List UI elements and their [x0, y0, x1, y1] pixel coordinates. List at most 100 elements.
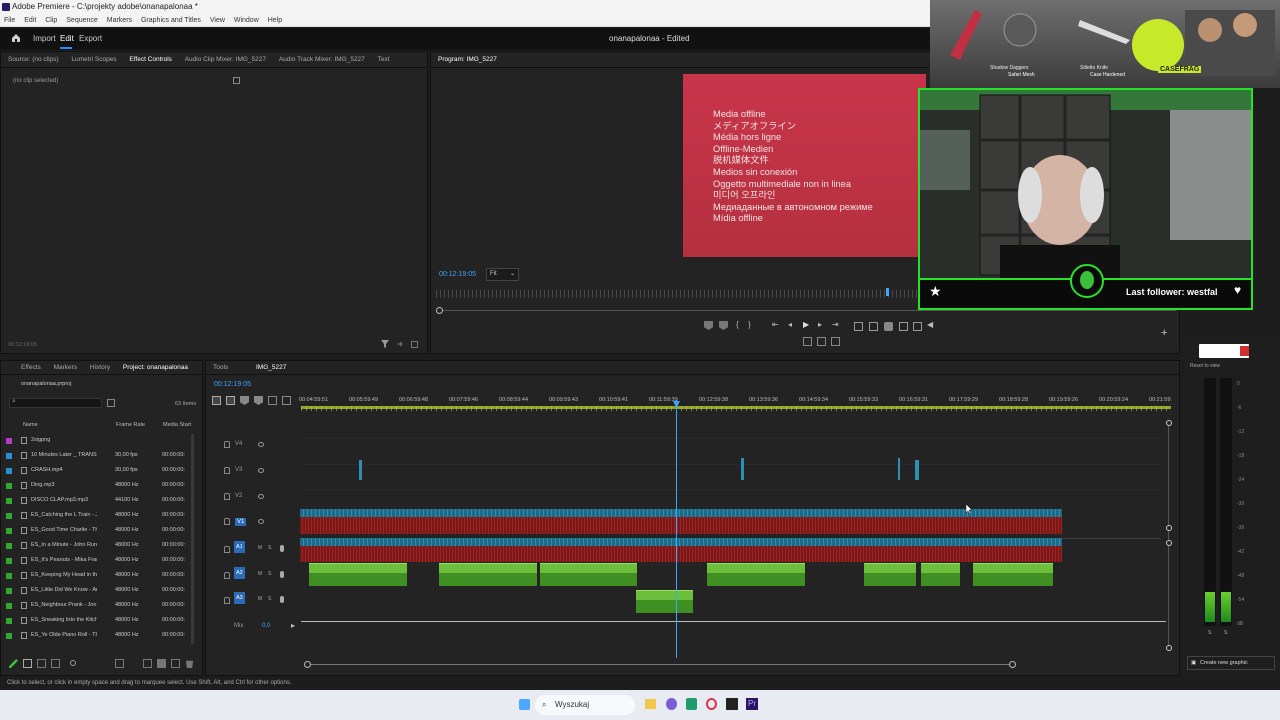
eye-icon[interactable]	[258, 519, 264, 524]
track-lock-icon[interactable]	[224, 572, 230, 579]
microphone-icon[interactable]	[280, 596, 284, 603]
label-color-swatch[interactable]	[6, 557, 12, 564]
mark-in-icon[interactable]: {	[736, 320, 739, 329]
audio-clip-green[interactable]	[309, 563, 407, 586]
label-color-swatch[interactable]	[6, 512, 12, 519]
nest-icon[interactable]	[212, 396, 221, 405]
list-item[interactable]: ES_Catching the L Train - Joe 48000 Hz 00:…	[6, 508, 185, 523]
list-view-icon[interactable]	[23, 659, 32, 668]
eye-icon[interactable]	[258, 494, 264, 499]
program-playhead[interactable]	[886, 288, 889, 296]
video-track-label[interactable]: V1	[235, 518, 247, 526]
video-clip-v1[interactable]	[300, 509, 1062, 517]
taskbar-search-input[interactable]: ⌕ Wyszukaj	[535, 695, 635, 715]
overwrite-icon[interactable]	[817, 337, 826, 346]
close-icon[interactable]	[1240, 346, 1249, 356]
label-color-swatch[interactable]	[6, 587, 12, 594]
label-color-swatch[interactable]	[6, 527, 12, 534]
app-icon-3[interactable]	[726, 698, 738, 710]
track-lock-icon[interactable]	[224, 441, 230, 448]
extract-icon[interactable]	[869, 322, 878, 331]
file-explorer-icon[interactable]	[645, 699, 656, 709]
audio-clip-green[interactable]	[439, 563, 537, 586]
tab-program[interactable]: Program: IMG_5227	[438, 56, 497, 63]
tab-project[interactable]: Project: onanapalonaa	[123, 364, 188, 371]
offline-audio-band[interactable]	[300, 517, 1062, 534]
snap-icon[interactable]	[226, 396, 235, 405]
list-item[interactable]: ES_Keeping My Head in the 48000 Hz 00:00:0…	[6, 568, 185, 583]
track-lock-icon[interactable]	[224, 518, 230, 525]
scroll-handle-right[interactable]	[1009, 661, 1016, 668]
automate-sequence-icon[interactable]	[143, 659, 152, 668]
menu-help[interactable]: Help	[268, 17, 282, 24]
add-button-icon[interactable]: +	[1161, 327, 1167, 339]
audio-clip-green[interactable]	[973, 563, 1053, 586]
label-color-swatch[interactable]	[6, 602, 12, 609]
workspace-edit[interactable]: Edit	[60, 34, 74, 43]
zoom-slider-handle[interactable]	[70, 660, 76, 666]
timeline-scrollbar[interactable]	[305, 664, 1015, 665]
mix-value[interactable]: 0,0	[262, 623, 270, 629]
timeline-timecode[interactable]: 00:12:19:05	[214, 381, 251, 388]
track-lock-icon[interactable]	[224, 467, 230, 474]
vertical-scrollbar[interactable]	[1168, 420, 1169, 650]
workspace-import[interactable]: Import	[33, 34, 56, 43]
video-track-label[interactable]: V2	[235, 493, 242, 499]
solo-right[interactable]: S	[1224, 630, 1227, 636]
microphone-icon[interactable]	[280, 571, 284, 578]
video-clip[interactable]	[741, 458, 744, 480]
menu-edit[interactable]: Edit	[24, 17, 36, 24]
workspace-export[interactable]: Export	[79, 34, 102, 43]
filter-icon[interactable]	[381, 340, 389, 348]
program-scrollbar[interactable]	[436, 310, 1176, 311]
sort-icon[interactable]	[115, 659, 124, 668]
lift-icon[interactable]	[854, 322, 863, 331]
label-color-swatch[interactable]	[6, 542, 12, 549]
list-item[interactable]: ES_Little Did We Know - Art 48000 Hz 00:00…	[6, 583, 185, 598]
track-lock-icon[interactable]	[224, 597, 230, 604]
menu-markers[interactable]: Markers	[107, 17, 132, 24]
tab-tools[interactable]: Tools	[213, 364, 228, 371]
new-item-icon[interactable]	[171, 659, 180, 668]
list-item[interactable]: CRASH.mp4 30,00 fps 00:00:00:	[6, 463, 185, 478]
play-icon[interactable]: ▶	[803, 320, 809, 329]
microphone-icon[interactable]	[280, 545, 284, 552]
timeline-playhead[interactable]	[676, 400, 677, 658]
add-marker-icon[interactable]	[719, 321, 728, 330]
program-zoom-handle[interactable]	[436, 307, 443, 314]
go-to-in-icon[interactable]: ⇤	[772, 320, 779, 329]
list-item[interactable]: ES_It's Peanuts - Mika Frankl 48000 Hz 00:…	[6, 553, 185, 568]
label-color-swatch[interactable]	[6, 482, 12, 489]
eye-icon[interactable]	[258, 442, 264, 447]
col-media-start[interactable]: Media Start	[163, 422, 191, 428]
eye-icon[interactable]	[258, 468, 264, 473]
captions-icon[interactable]	[282, 396, 291, 405]
menu-file[interactable]: File	[4, 17, 15, 24]
app-icon-2[interactable]	[686, 698, 697, 710]
mute-button[interactable]: M	[258, 545, 262, 551]
list-item[interactable]: ES_Good Time Charlie - The 48000 Hz 00:00:…	[6, 523, 185, 538]
menu-window[interactable]: Window	[234, 17, 259, 24]
menu-clip[interactable]: Clip	[45, 17, 57, 24]
vscroll-mid-handle[interactable]	[1166, 525, 1172, 531]
vscroll-bottom-handle[interactable]	[1166, 645, 1172, 651]
audio-clip-green[interactable]	[707, 563, 805, 586]
list-item[interactable]: ES_Sneaking Into the Kitche 48000 Hz 00:00…	[6, 613, 185, 628]
camera-icon[interactable]	[884, 322, 893, 331]
reset-view-link[interactable]: Reset to view	[1190, 363, 1220, 369]
mute-button[interactable]: M	[258, 596, 262, 602]
solo-button[interactable]: S	[268, 545, 271, 551]
solo-button[interactable]: S	[268, 596, 271, 602]
list-item[interactable]: Ding.mp3 48000 Hz 00:00:00:	[6, 478, 185, 493]
label-color-swatch[interactable]	[6, 452, 12, 459]
audio-clip-green[interactable]	[864, 563, 916, 586]
solo-left[interactable]: S	[1208, 630, 1211, 636]
fit-dropdown[interactable]: Fit ⌄	[486, 268, 519, 281]
compare-icon[interactable]	[899, 322, 908, 331]
volume-icon[interactable]: ◀	[927, 320, 933, 329]
safe-margins-icon[interactable]	[913, 322, 922, 331]
menu-sequence[interactable]: Sequence	[66, 17, 98, 24]
audio-clip-green[interactable]	[921, 563, 960, 586]
work-area-bar[interactable]	[301, 406, 1171, 409]
menu-view[interactable]: View	[210, 17, 225, 24]
